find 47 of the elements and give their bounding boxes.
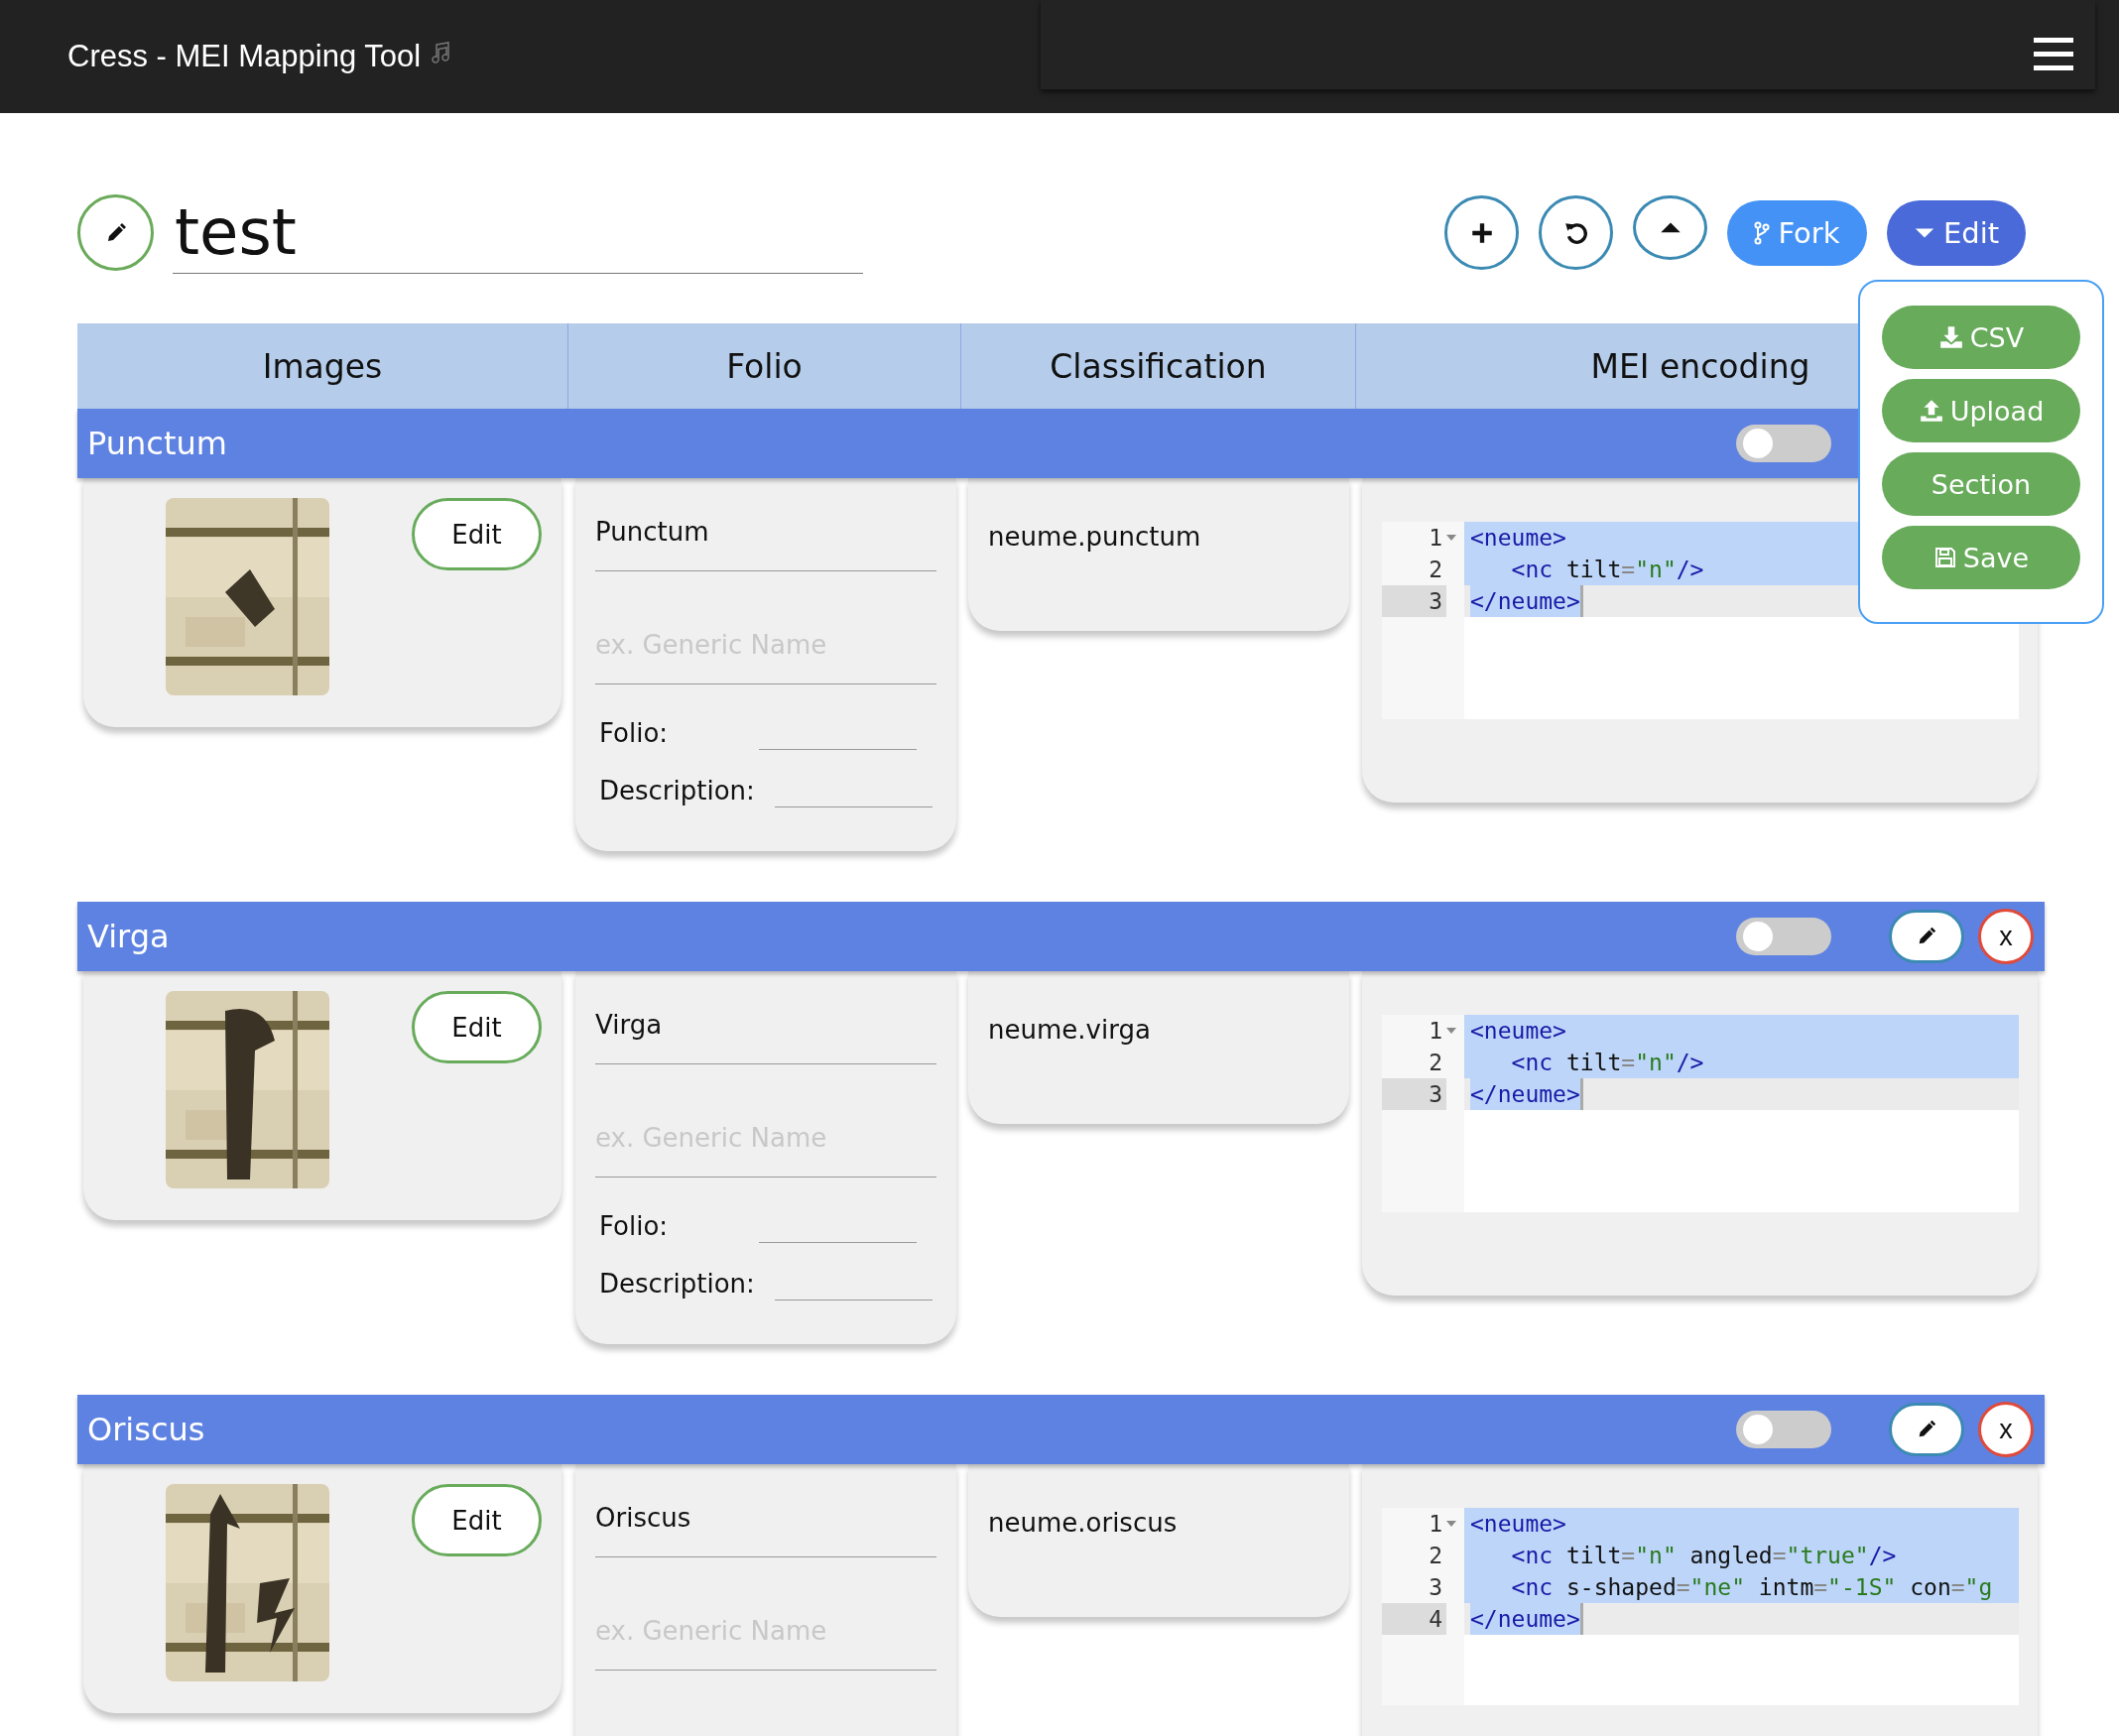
save-icon: [1932, 546, 1957, 569]
app-title[interactable]: Cress - MEI Mapping Tool: [67, 39, 422, 74]
fold-icon[interactable]: [1446, 1521, 1456, 1527]
section-title: Oriscus: [87, 1411, 205, 1448]
column-header: Images: [261, 345, 384, 388]
name-field[interactable]: Punctum: [595, 502, 936, 571]
line-number: 3: [1382, 1078, 1446, 1110]
image-edit-button[interactable]: Edit: [412, 1484, 542, 1556]
image-edit-button[interactable]: Edit: [412, 991, 542, 1063]
delete-button[interactable]: x: [1978, 1402, 2034, 1457]
line-number: 1: [1428, 1017, 1443, 1046]
classification-field[interactable]: neume.virga: [988, 995, 1329, 1064]
code-editor[interactable]: 1 <neume> 2 <nc tilt="n" angled="true"/> 3 <nc s-shaped="ne" intm="-1S" con="g 4 </neume>: [1382, 1508, 2019, 1705]
field-label: Folio:: [599, 718, 669, 748]
edit-menu-button[interactable]: Edit: [1887, 199, 2026, 266]
toggle-switch[interactable]: [1736, 425, 1831, 462]
line-number: 3: [1382, 585, 1446, 617]
download-icon: [1937, 324, 1964, 350]
field-label: Description:: [599, 1269, 755, 1299]
image-edit-button[interactable]: Edit: [412, 498, 542, 570]
fold-icon[interactable]: [1446, 1028, 1456, 1034]
upload-icon: [1918, 398, 1944, 424]
line-number: 2: [1428, 1542, 1443, 1570]
code-editor[interactable]: 1 <neume> 2 <nc tilt="n"/> 3 </neume>: [1382, 1015, 2019, 1212]
edit-button[interactable]: [1889, 910, 1964, 963]
branch-icon: [1754, 219, 1771, 246]
fold-icon[interactable]: [1446, 535, 1456, 541]
line-number: 2: [1428, 1049, 1443, 1077]
field-label: Description:: [599, 776, 755, 806]
field-label: Folio:: [599, 1211, 669, 1241]
name-field[interactable]: Virga: [595, 995, 936, 1064]
delete-button[interactable]: x: [1978, 909, 2034, 964]
toggle-switch[interactable]: [1736, 1411, 1831, 1448]
line-number: 1: [1428, 524, 1443, 553]
classification-field[interactable]: neume.oriscus: [988, 1488, 1329, 1557]
line-number: 4: [1382, 1603, 1446, 1635]
section-title: Virga: [87, 918, 170, 955]
line-number: 3: [1428, 1573, 1443, 1602]
toggle-switch[interactable]: [1736, 918, 1831, 955]
line-number: 2: [1428, 556, 1443, 584]
edit-button[interactable]: [1889, 1403, 1964, 1456]
menu-icon[interactable]: [2034, 38, 2073, 71]
title-field[interactable]: test: [173, 191, 863, 274]
section-title: Punctum: [87, 425, 227, 462]
line-number: 1: [1428, 1510, 1443, 1539]
classification-field[interactable]: neume.punctum: [988, 502, 1329, 571]
name-field[interactable]: Oriscus: [595, 1488, 936, 1557]
